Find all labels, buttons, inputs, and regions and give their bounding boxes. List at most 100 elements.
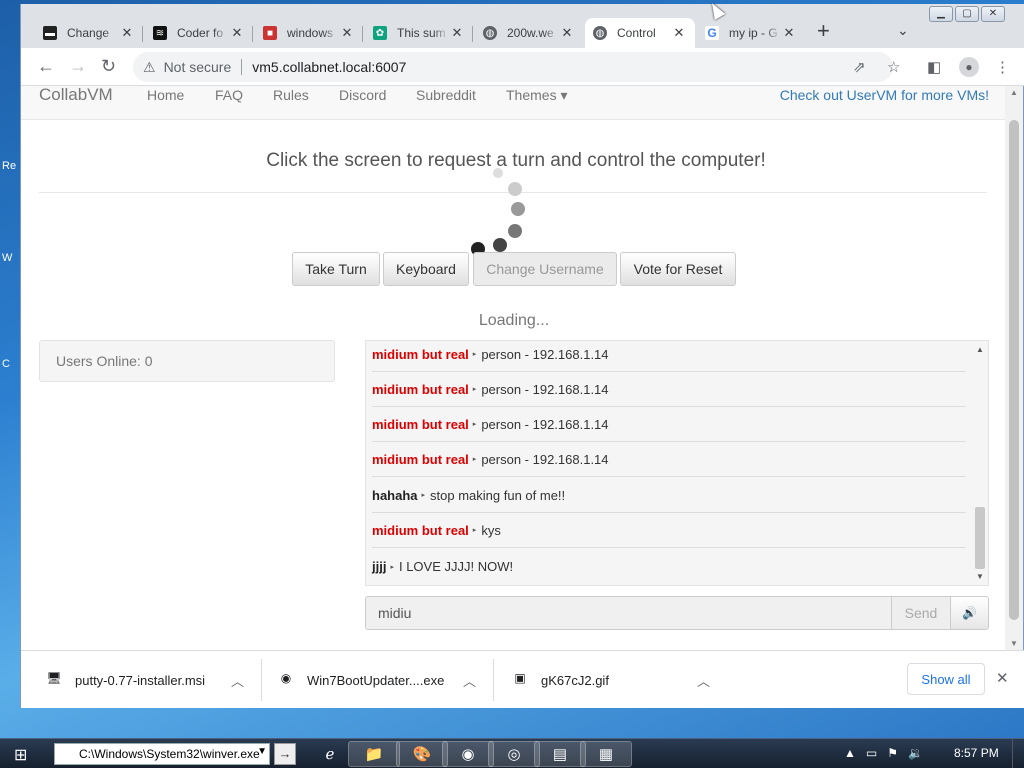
show-desktop-button[interactable] (1012, 739, 1024, 768)
download-shelf: 🖥 putty-0.77-installer.msi ︿ ◉ Win7BootU… (21, 650, 1024, 708)
download-filename: gK67cJ2.gif (541, 672, 609, 688)
action-center-icon[interactable]: ⚑ (887, 746, 898, 760)
chat-text: stop making fun of me!! (430, 487, 566, 503)
page-scrollbar[interactable]: ▲ ▼ (1005, 86, 1023, 650)
change-username-button[interactable]: Change Username (473, 252, 617, 286)
volume-icon[interactable]: 🔉 (908, 746, 923, 760)
sidebar-icon[interactable]: ◧ (927, 58, 941, 76)
maximize-button[interactable]: ▢ (955, 6, 979, 22)
back-arrow-icon[interactable]: ← (37, 56, 55, 76)
address-bar[interactable]: ⚠ Not secure vm5.collabnet.local:6007 (133, 52, 893, 82)
arrow-icon: ▸ (472, 351, 477, 358)
warning-icon[interactable]: ⚠ (143, 59, 156, 76)
tab-title: 200w.we (507, 26, 554, 40)
profile-avatar-icon[interactable]: ● (959, 57, 979, 77)
chevron-up-icon[interactable]: ︿ (231, 671, 244, 690)
globe-icon: ◍ (593, 26, 607, 40)
forward-arrow-icon[interactable]: → (69, 56, 87, 76)
new-tab-button[interactable]: + (817, 20, 830, 42)
go-button[interactable]: → (274, 743, 296, 765)
close-icon[interactable]: ✕ (996, 669, 1009, 687)
show-all-button[interactable]: Show all (907, 663, 985, 695)
notepad-icon[interactable]: ▤ (534, 741, 586, 767)
setup-icon[interactable]: ◎ (488, 741, 540, 767)
star-icon[interactable]: ☆ (887, 58, 900, 76)
scroll-up-icon[interactable]: ▲ (976, 345, 984, 354)
paint-icon[interactable]: 🎨 (396, 741, 448, 767)
reload-icon[interactable]: ↻ (101, 56, 116, 76)
download-item[interactable]: ▣ gK67cJ2.gif ︿ (511, 651, 721, 709)
brand-link[interactable]: CollabVM (39, 86, 113, 104)
uservm-promo-link[interactable]: Check out UserVM for more VMs! (780, 86, 989, 104)
vm-turn-prompt[interactable]: Click the screen to request a turn and c… (21, 150, 1005, 172)
browser-tab[interactable]: ✿ This sum ✕ (365, 18, 473, 48)
download-item[interactable]: ◉ Win7BootUpdater....exe ︿ (277, 651, 487, 709)
browser-tab[interactable]: Gmy ip - G ✕ (697, 18, 805, 48)
vote-reset-button[interactable]: Vote for Reset (620, 252, 736, 286)
nav-themes-dropdown[interactable]: Themes ▾ (506, 86, 568, 104)
close-icon[interactable]: ✕ (671, 25, 687, 41)
network-icon[interactable]: ▭ (866, 746, 877, 760)
share-icon[interactable]: ⇗ (853, 58, 866, 76)
desktop-icon[interactable]: W (2, 252, 20, 274)
close-icon[interactable]: ✕ (339, 25, 355, 41)
scroll-down-icon[interactable]: ▼ (976, 572, 984, 581)
scroll-up-icon[interactable]: ▲ (1010, 88, 1018, 97)
close-icon[interactable]: ✕ (449, 25, 465, 41)
nav-link-home[interactable]: Home (147, 86, 184, 104)
browser-tab[interactable]: ≋ Coder fo ✕ (145, 18, 253, 48)
scroll-thumb[interactable] (975, 507, 985, 569)
url-text[interactable]: vm5.collabnet.local:6007 (252, 59, 406, 75)
desktop-icon[interactable]: C (2, 358, 20, 380)
desktop-icons: Re W C (0, 0, 22, 740)
run-address-input[interactable]: C:\Windows\System32\winver.exe ▼ (54, 743, 270, 765)
chat-text: person - 192.168.1.14 (481, 416, 609, 432)
send-button[interactable]: Send (891, 596, 951, 630)
close-icon[interactable]: ✕ (229, 25, 245, 41)
nav-link-subreddit[interactable]: Subreddit (416, 86, 476, 104)
dropdown-arrow-icon[interactable]: ▼ (257, 746, 267, 757)
arrow-icon: ▸ (472, 421, 477, 428)
browser-tab-active[interactable]: ◍ Control ✕ (585, 18, 695, 48)
chrome-icon[interactable]: ◉ (442, 741, 494, 767)
winver-icon[interactable]: ▦ (580, 741, 632, 767)
take-turn-button[interactable]: Take Turn (292, 252, 380, 286)
explorer-icon[interactable]: 📁 (348, 741, 400, 767)
browser-tab[interactable]: ▬ Change ✕ (35, 18, 143, 48)
download-item[interactable]: 🖥 putty-0.77-installer.msi ︿ (45, 651, 255, 709)
clock[interactable]: 8:57 PM (954, 746, 999, 760)
chevron-up-icon[interactable]: ︿ (463, 671, 476, 690)
browser-tab[interactable]: ■ windows ✕ (255, 18, 363, 48)
tab-title: This sum (397, 26, 446, 40)
close-window-button[interactable]: ✕ (981, 6, 1005, 22)
keyboard-button[interactable]: Keyboard (383, 252, 469, 286)
start-button[interactable]: ⊞ (14, 745, 27, 765)
chevron-up-icon[interactable]: ︿ (697, 671, 710, 690)
chat-text: I LOVE JJJJ! NOW! (398, 559, 514, 574)
arrow-icon: ▸ (472, 456, 477, 463)
chat-message: midium but real ▸ person - 192.168.1.14 (372, 407, 966, 442)
nav-link-faq[interactable]: FAQ (215, 86, 243, 104)
chat-text: person - 192.168.1.14 (481, 346, 609, 362)
nav-link-rules[interactable]: Rules (273, 86, 309, 104)
chat-log[interactable]: midium but real ▸ person - 192.168.1.14 mi… (365, 340, 989, 586)
desktop-icon[interactable]: Re (2, 160, 20, 182)
close-icon[interactable]: ✕ (119, 25, 135, 41)
nav-link-discord[interactable]: Discord (339, 86, 386, 104)
download-filename: Win7BootUpdater....exe (307, 672, 445, 688)
minimize-button[interactable]: ▁ (929, 6, 953, 22)
close-icon[interactable]: ✕ (559, 25, 575, 41)
download-filename: putty-0.77-installer.msi (75, 672, 206, 688)
menu-dots-icon[interactable]: ⋮ (995, 58, 1010, 76)
scroll-down-icon[interactable]: ▼ (1010, 639, 1018, 648)
speaker-icon[interactable]: 🔊 (950, 596, 989, 630)
chat-scrollbar[interactable]: ▲ ▼ (972, 341, 988, 585)
browser-tab[interactable]: ◍ 200w.we ✕ (475, 18, 583, 48)
close-icon[interactable]: ✕ (781, 25, 797, 41)
arrow-icon: ▸ (390, 563, 394, 571)
scroll-thumb[interactable] (1009, 120, 1019, 620)
security-label[interactable]: Not secure (164, 59, 232, 75)
chat-input[interactable]: midiu (365, 596, 892, 630)
tray-expand-icon[interactable]: ▲ (844, 746, 856, 760)
tab-search-chevron-icon[interactable]: ⌄ (897, 22, 909, 39)
